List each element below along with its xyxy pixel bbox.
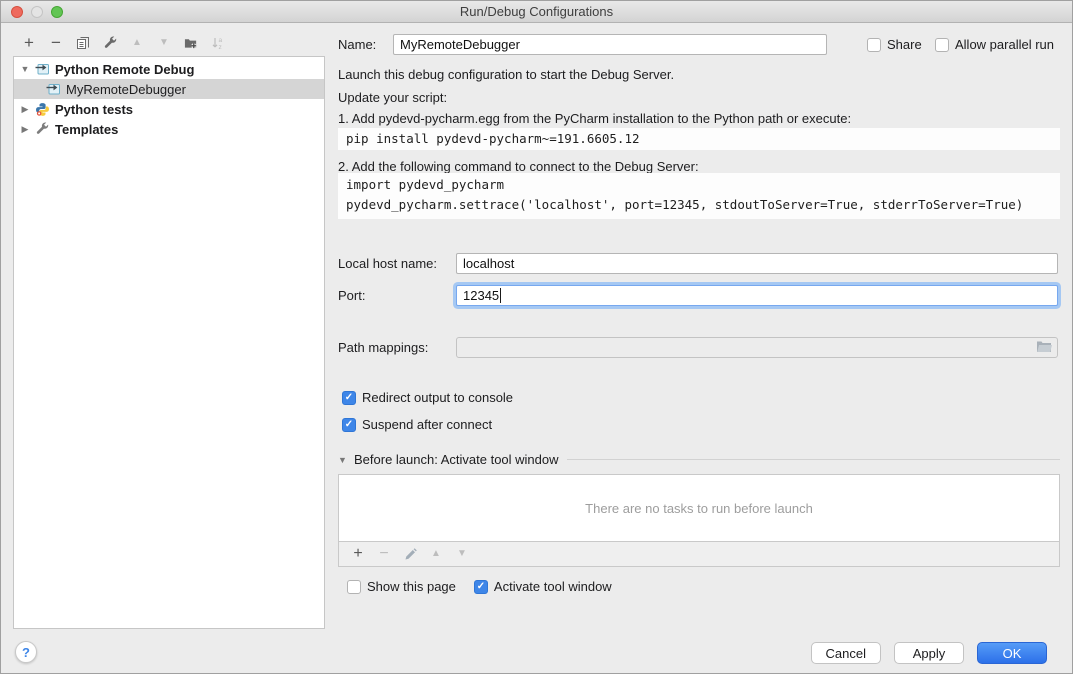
question-mark-icon: ?	[22, 645, 30, 660]
before-launch-tasks-list[interactable]: There are no tasks to run before launch	[338, 474, 1060, 542]
copy-icon	[76, 36, 90, 50]
help-button[interactable]: ?	[15, 641, 37, 663]
settrace-code[interactable]: import pydevd_pycharm pydevd_pycharm.set…	[338, 173, 1060, 219]
port-input[interactable]	[456, 285, 1058, 306]
activate-tool-window-checkbox[interactable]: ✓	[474, 580, 488, 594]
before-launch-label: Before launch: Activate tool window	[354, 452, 559, 467]
tree-item-label: Python tests	[55, 102, 133, 117]
before-launch-section-header[interactable]: ▼ Before launch: Activate tool window	[338, 452, 1060, 467]
allow-parallel-run-checkbox[interactable]	[935, 38, 949, 52]
collapse-triangle-icon[interactable]: ▼	[338, 455, 350, 465]
launch-description: Launch this debug configuration to start…	[338, 67, 674, 83]
open-folder-icon[interactable]	[1036, 340, 1052, 356]
move-down-button[interactable]: ▼	[157, 36, 171, 50]
new-folder-button[interactable]	[184, 36, 198, 50]
minimize-button[interactable]	[31, 6, 43, 18]
add-task-button[interactable]: +	[351, 547, 365, 561]
port-label: Port:	[338, 285, 365, 306]
remote-debug-icon	[34, 61, 50, 77]
sort-az-icon: a z	[211, 36, 225, 50]
remove-task-button[interactable]: −	[377, 547, 391, 561]
cancel-button[interactable]: Cancel	[811, 642, 881, 664]
show-this-page-checkbox[interactable]	[347, 580, 361, 594]
show-this-page-label: Show this page	[367, 579, 456, 594]
step1-instruction: 1. Add pydevd-pycharm.egg from the PyCha…	[338, 111, 851, 127]
pencil-icon	[404, 548, 417, 561]
tree-item-label: MyRemoteDebugger	[66, 82, 186, 97]
expander-icon[interactable]: ▶	[19, 104, 31, 115]
close-button[interactable]	[11, 6, 23, 18]
svg-text:z: z	[219, 44, 222, 50]
code-line2: pydevd_pycharm.settrace('localhost', por…	[346, 197, 1023, 212]
activate-tool-window-label: Activate tool window	[494, 579, 612, 594]
traffic-lights	[11, 6, 63, 18]
share-checkbox[interactable]	[867, 38, 881, 52]
local-host-label: Local host name:	[338, 253, 437, 274]
pip-command-code[interactable]: pip install pydevd-pycharm~=191.6605.12	[338, 128, 1060, 150]
empty-tasks-message: There are no tasks to run before launch	[585, 501, 813, 516]
share-label: Share	[887, 37, 922, 52]
run-debug-configurations-dialog: Run/Debug Configurations + − ▲ ▼	[0, 0, 1073, 674]
configurations-toolbar: + − ▲ ▼ a z	[13, 31, 325, 55]
text-caret	[500, 288, 501, 303]
ok-button[interactable]: OK	[977, 642, 1047, 664]
tree-item-label: Python Remote Debug	[55, 62, 194, 77]
suspend-after-connect-option: ✓ Suspend after connect	[342, 417, 492, 432]
python-icon	[34, 101, 50, 117]
copy-config-button[interactable]	[76, 36, 90, 50]
path-mappings-label: Path mappings:	[338, 337, 428, 358]
redirect-output-checkbox[interactable]: ✓	[342, 391, 356, 405]
page-options-row: Show this page ✓ Activate tool window	[347, 579, 612, 594]
redirect-output-label: Redirect output to console	[362, 390, 513, 405]
tree-item-python-remote-debug[interactable]: ▼ Python Remote Debug	[14, 59, 324, 79]
move-up-button[interactable]: ▲	[130, 36, 144, 50]
edit-task-button[interactable]	[403, 547, 417, 561]
tree-item-myremotedebugger[interactable]: MyRemoteDebugger	[14, 79, 324, 99]
name-label: Name:	[338, 34, 376, 55]
configurations-tree: ▼ Python Remote Debug MyRemoteDebugger	[13, 56, 325, 629]
name-input[interactable]	[393, 34, 827, 55]
allow-parallel-option: Allow parallel run	[935, 37, 1054, 52]
move-task-down-button[interactable]: ▼	[455, 547, 469, 561]
tree-item-label: Templates	[55, 122, 118, 137]
configuration-form: Name: Share Allow parallel run Launch th…	[338, 31, 1060, 631]
sort-configurations-button[interactable]: a z	[211, 36, 225, 50]
redirect-output-option: ✓ Redirect output to console	[342, 390, 513, 405]
svg-text:a: a	[219, 37, 223, 44]
code-line1: import pydevd_pycharm	[346, 177, 504, 192]
check-icon: ✓	[477, 582, 485, 592]
suspend-after-connect-label: Suspend after connect	[362, 417, 492, 432]
share-option: Share	[867, 37, 922, 52]
apply-button[interactable]: Apply	[894, 642, 964, 664]
window-title: Run/Debug Configurations	[460, 4, 613, 19]
suspend-after-connect-checkbox[interactable]: ✓	[342, 418, 356, 432]
local-host-input[interactable]	[456, 253, 1058, 274]
move-task-up-button[interactable]: ▲	[429, 547, 443, 561]
title-bar: Run/Debug Configurations	[1, 1, 1072, 23]
expander-icon[interactable]: ▼	[19, 64, 31, 74]
remove-config-button[interactable]: −	[49, 36, 63, 50]
add-config-button[interactable]: +	[22, 36, 36, 50]
wrench-icon	[34, 121, 50, 137]
update-script-label: Update your script:	[338, 90, 447, 106]
folder-add-icon	[184, 36, 198, 50]
tree-item-python-tests[interactable]: ▶ Python tests	[14, 99, 324, 119]
allow-parallel-run-label: Allow parallel run	[955, 37, 1054, 52]
remote-debug-icon	[45, 81, 61, 97]
tree-item-templates[interactable]: ▶ Templates	[14, 119, 324, 139]
path-mappings-input[interactable]	[456, 337, 1058, 358]
check-icon: ✓	[345, 393, 353, 403]
expander-icon[interactable]: ▶	[19, 124, 31, 135]
wrench-icon	[103, 36, 117, 50]
edit-templates-button[interactable]	[103, 36, 117, 50]
tasks-toolbar: + − ▲ ▼	[338, 542, 1060, 567]
zoom-button[interactable]	[51, 6, 63, 18]
section-divider	[567, 459, 1060, 460]
dialog-buttons: Cancel Apply OK	[811, 642, 1047, 664]
check-icon: ✓	[345, 420, 353, 430]
